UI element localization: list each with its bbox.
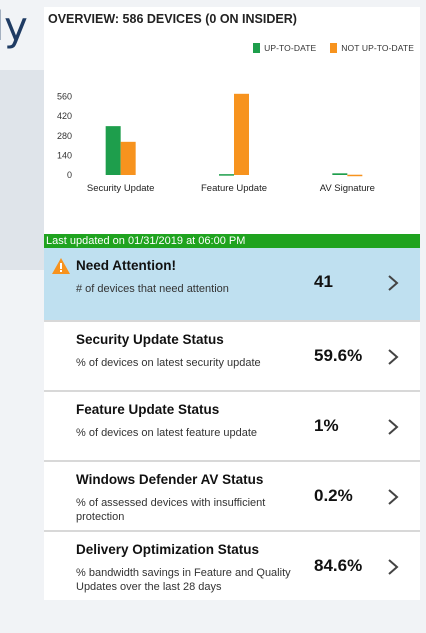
need-attention-subtitle: # of devices that need attention [76,283,229,295]
defender-av-value: 0.2% [314,486,353,505]
bar-av-signature-up-to-date [332,173,348,175]
security-update-title: Security Update Status [76,332,224,347]
bar-feature-update-up-to-date [219,174,234,176]
bar-security-update-not-up-to-date [120,141,136,175]
feature-update-row[interactable]: Feature Update Status % of devices on la… [44,392,420,462]
defender-av-title: Windows Defender AV Status [76,472,264,487]
y-tick-label: 560 [57,92,72,102]
defender-av-subtitle: % of assessed devices with insufficient … [76,497,266,523]
y-tick-label: 420 [57,111,72,121]
x-category-label: AV Signature [320,183,375,194]
need-attention-row[interactable]: Need Attention! # of devices that need a… [44,248,420,322]
need-attention-value: 41 [314,272,333,291]
device-status-chart: 0 140 280 420 560 Security Update Feature Upda… [57,92,375,194]
feature-update-subtitle: % of devices on latest feature update [76,427,258,439]
delivery-optimization-row[interactable]: Delivery Optimization Status % bandwidth… [44,532,420,600]
chevron-right-icon[interactable] [384,558,402,576]
x-category-label: Feature Update [201,183,267,194]
chevron-right-icon[interactable] [384,418,402,436]
warning-icon [52,258,70,274]
feature-update-title: Feature Update Status [76,402,220,417]
bar-security-update-up-to-date [105,126,121,175]
overview-section: OVERVIEW: 586 DEVICES (0 ON INSIDER) UP-… [44,7,420,234]
bar-feature-update-not-up-to-date [234,93,249,175]
chevron-right-icon[interactable] [384,488,402,506]
chevron-right-icon[interactable] [384,348,402,366]
delivery-optimization-title: Delivery Optimization Status [76,542,260,557]
need-attention-title: Need Attention! [76,258,176,273]
y-tick-label: 140 [57,150,72,160]
delivery-optimization-subtitle: % bandwidth savings in Feature and Quali… [76,567,291,593]
defender-av-row[interactable]: Windows Defender AV Status % of assessed… [44,462,420,532]
y-tick-label: 280 [57,131,72,141]
chevron-right-icon[interactable] [384,274,402,292]
last-updated-strip: Last updated on 01/31/2019 at 06:00 PM [44,234,420,248]
delivery-optimization-value: 84.6% [314,556,363,575]
feature-update-value: 1% [314,416,339,435]
background-heading-fragment: ly [0,4,28,50]
security-update-subtitle: % of devices on latest security update [76,357,261,369]
background-panel [0,70,44,270]
security-update-row[interactable]: Security Update Status % of devices on l… [44,322,420,392]
x-category-label: Security Update [87,183,155,194]
security-update-value: 59.6% [314,346,363,365]
update-compliance-tile[interactable]: OVERVIEW: 586 DEVICES (0 ON INSIDER) UP-… [44,7,420,600]
y-tick-label: 0 [67,170,72,180]
bar-av-signature-not-up-to-date [347,174,363,177]
